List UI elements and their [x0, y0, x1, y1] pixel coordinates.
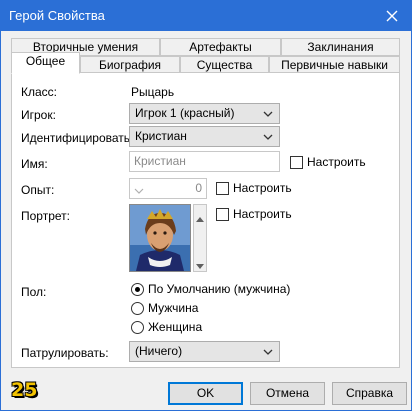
- radio-label: Мужчина: [148, 301, 199, 315]
- checkbox-box[interactable]: [290, 155, 303, 169]
- tab-label: Биография: [98, 58, 162, 72]
- window-title: Герой Свойства: [9, 8, 105, 23]
- cancel-button[interactable]: Отмена: [250, 382, 325, 405]
- radio-label: По Умолчанию (мужчина): [148, 282, 291, 296]
- hero-portrait: [129, 204, 191, 272]
- portrait-scrollbar[interactable]: [193, 204, 207, 272]
- checkbox-box[interactable]: [216, 181, 229, 195]
- checkbox-label: Настроить: [233, 181, 292, 195]
- chevron-down-icon: [262, 107, 274, 119]
- player-select-value: Игрок 1 (красный): [135, 106, 235, 120]
- gender-female-radio[interactable]: Женщина: [131, 320, 202, 334]
- tab-spells[interactable]: Заклинания: [281, 38, 400, 56]
- hero-properties-window: Герой Свойства Вторичные умения Артефакт…: [0, 0, 412, 411]
- help-button-label: Справка: [345, 386, 394, 400]
- gender-male-radio[interactable]: Мужчина: [131, 301, 198, 315]
- radio-dot[interactable]: [131, 301, 144, 315]
- scroll-down-icon[interactable]: [196, 259, 204, 273]
- tab-label: Первичные навыки: [281, 58, 388, 72]
- portrait-label: Портрет:: [21, 209, 70, 223]
- gender-default-radio[interactable]: По Умолчанию (мужчина): [131, 282, 290, 296]
- chevron-down-icon: [262, 130, 274, 142]
- chevron-down-icon: [134, 183, 144, 202]
- experience-label: Опыт:: [21, 183, 55, 197]
- name-field[interactable]: Кристиан: [129, 151, 280, 172]
- portrait-customize-checkbox[interactable]: Настроить: [216, 207, 292, 221]
- checkbox-label: Настроить: [233, 207, 292, 221]
- tab-label: Общее: [25, 54, 66, 68]
- tab-general[interactable]: Общее: [11, 52, 80, 74]
- player-select[interactable]: Игрок 1 (красный): [129, 103, 280, 124]
- name-label: Имя:: [21, 157, 48, 171]
- patrol-select[interactable]: (Ничего): [129, 341, 280, 362]
- player-label: Игрок:: [21, 108, 56, 122]
- identify-select[interactable]: Кристиан: [129, 126, 280, 147]
- tab-artifacts[interactable]: Артефакты: [160, 38, 281, 56]
- ok-button[interactable]: OK: [168, 382, 243, 405]
- close-icon[interactable]: [381, 5, 403, 27]
- name-customize-checkbox[interactable]: Настроить: [290, 155, 366, 169]
- experience-value: 0: [195, 181, 202, 195]
- tab-label: Существа: [196, 58, 253, 72]
- tab-label: Артефакты: [189, 40, 252, 54]
- radio-dot[interactable]: [131, 320, 144, 334]
- radio-dot[interactable]: [131, 282, 144, 296]
- title-bar: Герой Свойства: [1, 1, 411, 31]
- experience-field[interactable]: 0: [129, 178, 207, 199]
- identify-label: Идентифицировать: [21, 131, 131, 145]
- patrol-select-value: (Ничего): [135, 344, 183, 358]
- class-value: Рыцарь: [131, 85, 175, 99]
- chevron-down-icon: [262, 345, 274, 357]
- checkbox-box[interactable]: [216, 207, 229, 221]
- patrol-label: Патрулировать:: [21, 346, 109, 360]
- tab-label: Заклинания: [307, 40, 374, 54]
- age-rating-badge: 25: [11, 379, 38, 401]
- gender-label: Пол:: [21, 285, 47, 299]
- experience-customize-checkbox[interactable]: Настроить: [216, 181, 292, 195]
- cancel-button-label: Отмена: [265, 386, 310, 400]
- scroll-up-icon[interactable]: [196, 211, 204, 225]
- name-field-placeholder: Кристиан: [134, 154, 186, 168]
- class-label: Класс:: [21, 85, 57, 99]
- ok-button-label: OK: [196, 386, 215, 400]
- checkbox-label: Настроить: [307, 155, 366, 169]
- identify-select-value: Кристиан: [135, 129, 187, 143]
- help-button[interactable]: Справка: [332, 382, 407, 405]
- radio-label: Женщина: [148, 320, 203, 334]
